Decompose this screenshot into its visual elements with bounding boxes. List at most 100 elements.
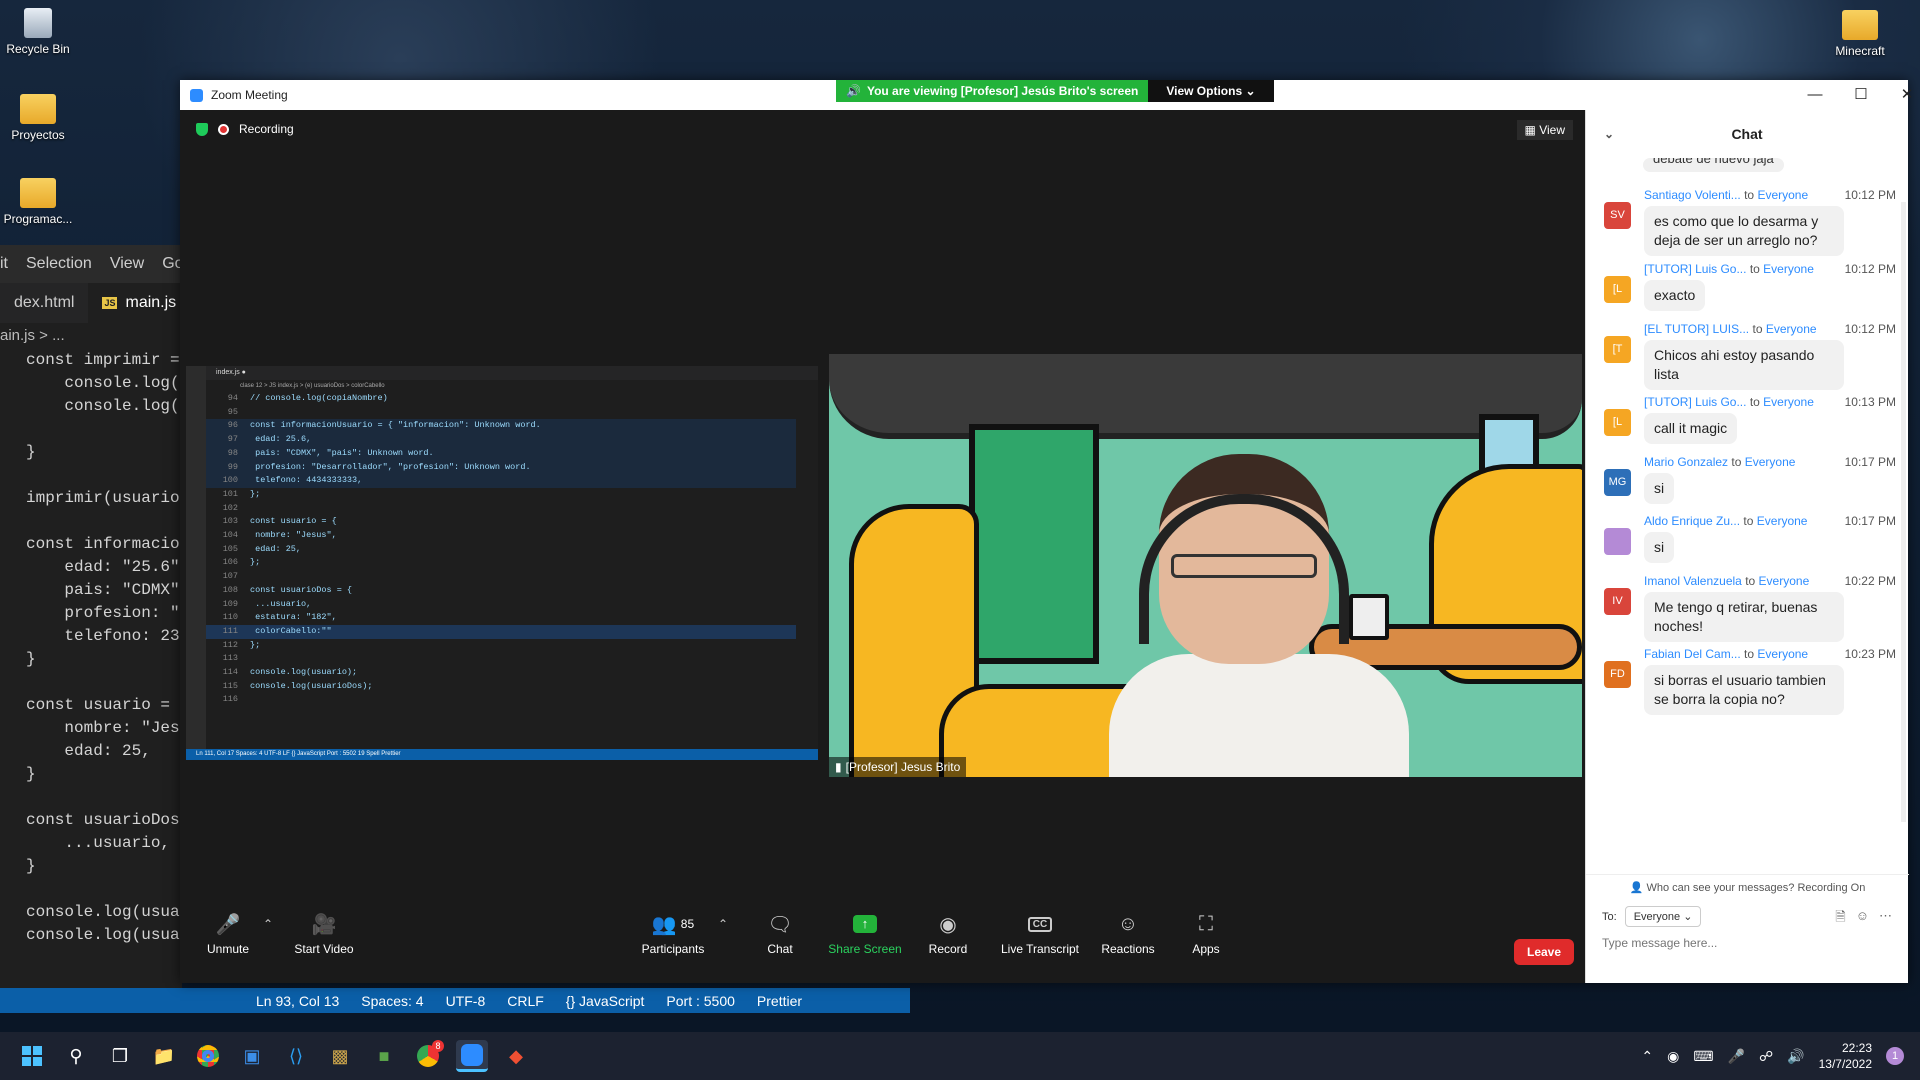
avatar[interactable]: FD — [1604, 661, 1631, 688]
share-screen-button[interactable]: ↑ Share Screen — [825, 912, 905, 956]
participants-options-caret[interactable]: ⌃ — [716, 912, 730, 942]
chrome-profile-icon[interactable]: 8 — [412, 1040, 444, 1072]
clock[interactable]: 22:23 13/7/2022 — [1819, 1040, 1872, 1072]
avatar[interactable]: SV — [1604, 202, 1631, 229]
record-button[interactable]: ◉ Record — [918, 912, 978, 957]
code-editor[interactable]: const imprimir = console.log(" console.l… — [0, 349, 182, 947]
maximize-button[interactable]: ☐ — [1838, 80, 1884, 110]
status-prettier[interactable]: Prettier — [757, 993, 802, 1009]
participant-video[interactable]: ▮ [Profesor] Jesus Brito — [829, 354, 1582, 777]
reactions-button[interactable]: ☺ Reactions — [1092, 912, 1164, 957]
minecraft-icon[interactable]: ■ — [368, 1040, 400, 1072]
recipient-select[interactable]: Everyone ⌄ — [1624, 906, 1702, 927]
chat-button[interactable]: 🗨 Chat — [750, 912, 810, 957]
shared-code-line: 99 profesion: "Desarrollador", "profesio… — [206, 460, 796, 475]
keyboard-icon[interactable]: ⌨ — [1693, 1048, 1713, 1065]
start-button[interactable] — [16, 1040, 48, 1072]
file-icon[interactable]: 🗎 — [1835, 908, 1845, 930]
emoji-icon[interactable]: ☺ — [1856, 908, 1869, 930]
view-button[interactable]: ▦ View — [1516, 120, 1573, 140]
line-number: 94 — [227, 393, 238, 403]
chrome-icon[interactable] — [192, 1040, 224, 1072]
sender-name[interactable]: Santiago Volenti... — [1644, 188, 1741, 202]
shield-icon[interactable] — [196, 122, 208, 136]
desktop-icon-programacion[interactable]: Programac... — [0, 178, 76, 226]
status-line-ending[interactable]: CRLF — [507, 993, 544, 1009]
discord-icon[interactable]: ◉ — [1667, 1048, 1679, 1065]
notification-count[interactable]: 1 — [1886, 1047, 1904, 1065]
status-language[interactable]: {} JavaScript — [566, 993, 645, 1009]
sender-name[interactable]: Mario Gonzalez — [1644, 455, 1728, 469]
forza-icon[interactable]: ▩ — [324, 1040, 356, 1072]
avatar[interactable]: [L — [1604, 276, 1631, 303]
desktop-icon-minecraft[interactable]: Minecraft — [1822, 10, 1898, 58]
chevron-up-icon[interactable]: ⌃ — [1641, 1048, 1653, 1065]
sender-name[interactable]: Aldo Enrique Zu... — [1644, 514, 1740, 528]
avatar[interactable]: [L — [1604, 409, 1631, 436]
menu-item[interactable]: it — [0, 255, 8, 273]
apps-button[interactable]: ⛶ Apps — [1176, 912, 1236, 957]
search-icon[interactable]: ⚲ — [60, 1040, 92, 1072]
microphone-icon[interactable]: 🎤 — [1728, 1048, 1745, 1065]
tab-main-js[interactable]: JS main.js — [88, 283, 182, 323]
sender-name[interactable]: [EL TUTOR] LUIS... — [1644, 322, 1749, 336]
line-text: ...usuario, — [250, 598, 312, 609]
avatar[interactable]: MG — [1604, 469, 1631, 496]
leave-button[interactable]: Leave — [1514, 939, 1574, 965]
chat-visibility-note[interactable]: 👤 Who can see your messages? Recording O… — [1586, 874, 1909, 894]
status-cursor-position[interactable]: Ln 93, Col 13 — [256, 993, 339, 1009]
status-live-server[interactable]: Port : 5500 — [666, 993, 735, 1009]
start-video-button[interactable]: 🎥 Start Video — [284, 912, 364, 957]
message-bubble[interactable]: call it magic — [1644, 413, 1738, 444]
message-bubble[interactable]: Chicos ahi estoy pasando lista — [1644, 340, 1844, 390]
participants-button[interactable]: 👥 85 Participants — [633, 912, 713, 957]
message-bubble[interactable]: si borras el usuario tambien se borra la… — [1644, 665, 1844, 715]
tab-index-html[interactable]: dex.html — [0, 283, 88, 323]
minimize-button[interactable]: — — [1792, 80, 1838, 110]
status-encoding[interactable]: UTF-8 — [446, 993, 486, 1009]
message-bubble[interactable]: es como que lo desarma y deja de ser un … — [1644, 206, 1844, 256]
recipient-name: Everyone — [1744, 455, 1796, 469]
message-bubble[interactable]: si — [1644, 473, 1675, 504]
file-explorer-icon[interactable]: 📁 — [148, 1040, 180, 1072]
avatar[interactable] — [1604, 528, 1631, 555]
sender-name[interactable]: Fabian Del Cam... — [1644, 647, 1741, 661]
unmute-button[interactable]: 🎤 Unmute — [198, 912, 258, 957]
message-bubble[interactable]: Me tengo q retirar, buenas noches! — [1644, 592, 1844, 642]
zoom-taskbar-icon[interactable] — [456, 1040, 488, 1072]
network-icon[interactable]: ☍ — [1759, 1048, 1773, 1065]
sender-name[interactable]: [TUTOR] Luis Go... — [1644, 395, 1746, 409]
git-icon[interactable]: ◆ — [500, 1040, 532, 1072]
chevron-down-icon[interactable]: ⌄ — [1604, 110, 1614, 158]
status-indentation[interactable]: Spaces: 4 — [361, 993, 423, 1009]
chat-scrollbar[interactable] — [1901, 202, 1906, 822]
breadcrumb[interactable]: ain.js > ... — [0, 323, 182, 349]
more-options-icon[interactable]: ⋯ — [1879, 908, 1892, 930]
message-header: Aldo Enrique Zu... to Everyone 10:17 PM — [1644, 514, 1896, 528]
chat-messages[interactable]: debate de nuevo jaja SV Santiago Volenti.… — [1586, 158, 1909, 878]
audio-options-caret[interactable]: ⌃ — [260, 912, 276, 942]
zoom-logo-icon — [190, 88, 203, 102]
menu-item-selection[interactable]: Selection — [26, 255, 92, 273]
vscode-icon[interactable]: ⟨⟩ — [280, 1040, 312, 1072]
close-button[interactable]: ✕ — [1884, 80, 1920, 110]
menu-item-view[interactable]: View — [110, 255, 144, 273]
sender-name[interactable]: Imanol Valenzuela — [1644, 574, 1742, 588]
message-bubble[interactable]: exacto — [1644, 280, 1706, 311]
live-transcript-button[interactable]: CC Live Transcript — [992, 912, 1088, 956]
shared-screen[interactable]: index.js ● clase 12 > JS index.js > (e) … — [186, 366, 818, 760]
volume-icon[interactable]: 🔊 — [1787, 1048, 1804, 1065]
recording-indicator[interactable]: Recording — [196, 122, 294, 136]
desktop-icon-recycle-bin[interactable]: Recycle Bin — [0, 8, 76, 56]
avatar[interactable]: [T — [1604, 336, 1631, 363]
view-options-button[interactable]: View Options ⌄ — [1148, 80, 1274, 102]
message-header: Fabian Del Cam... to Everyone 10:23 PM — [1644, 647, 1896, 661]
store-icon[interactable]: ▣ — [236, 1040, 268, 1072]
line-text: // console.log(copiaNombre) — [250, 393, 388, 403]
task-view-icon[interactable]: ❐ — [104, 1040, 136, 1072]
desktop-icon-proyectos[interactable]: Proyectos — [0, 94, 76, 142]
message-bubble[interactable]: si — [1644, 532, 1675, 563]
chat-message-input[interactable] — [1602, 936, 1892, 950]
sender-name[interactable]: [TUTOR] Luis Go... — [1644, 262, 1746, 276]
avatar[interactable]: IV — [1604, 588, 1631, 615]
